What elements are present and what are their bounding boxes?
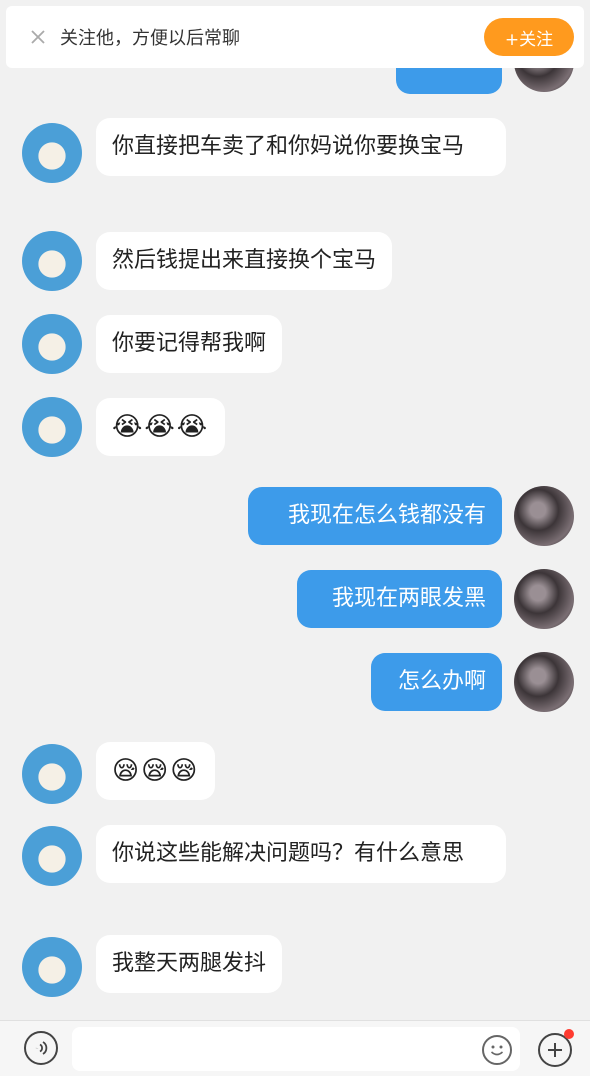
message-bubble-left[interactable]: 你要记得帮我啊 bbox=[96, 315, 283, 373]
message-input[interactable] bbox=[72, 1027, 520, 1071]
contact-avatar[interactable] bbox=[22, 744, 82, 804]
emoji-icon[interactable] bbox=[482, 1035, 512, 1065]
message-bubble-right[interactable]: 我现在两眼发黑 bbox=[297, 570, 502, 628]
contact-avatar[interactable] bbox=[22, 937, 82, 997]
follow-banner: 关注他，方便以后常聊 +关注 bbox=[6, 6, 584, 68]
contact-avatar[interactable] bbox=[22, 397, 82, 457]
voice-icon[interactable] bbox=[24, 1031, 58, 1065]
contact-avatar[interactable] bbox=[22, 826, 82, 886]
message-bubble-left[interactable]: 😭😭😭 bbox=[96, 398, 226, 456]
self-avatar[interactable] bbox=[514, 486, 574, 546]
message-bubble-left[interactable]: 然后钱提出来直接换个宝马 bbox=[96, 232, 393, 290]
contact-avatar[interactable] bbox=[22, 123, 82, 183]
message-bubble-left[interactable]: 你直接把车卖了和你妈说你要换宝马 bbox=[96, 118, 506, 176]
follow-prompt-text: 关注他，方便以后常聊 bbox=[60, 28, 240, 49]
chat-area: 你直接把车卖了和你妈说你要换宝马 然后钱提出来直接换个宝马 你要记得帮我啊 😭😭… bbox=[0, 0, 590, 1020]
contact-avatar[interactable] bbox=[22, 231, 82, 291]
message-bubble-right[interactable]: 我现在怎么钱都没有 bbox=[248, 487, 502, 545]
message-bubble-right[interactable]: 怎么办啊 bbox=[371, 653, 502, 711]
input-toolbar bbox=[0, 1020, 590, 1076]
close-icon[interactable] bbox=[26, 25, 50, 49]
message-bubble-left[interactable]: 我整天两腿发抖 bbox=[96, 935, 283, 993]
self-avatar[interactable] bbox=[514, 569, 574, 629]
contact-avatar[interactable] bbox=[22, 314, 82, 374]
notification-dot bbox=[564, 1029, 574, 1039]
self-avatar[interactable] bbox=[514, 652, 574, 712]
message-bubble-left[interactable]: 😪😪😪 bbox=[96, 742, 216, 800]
follow-button[interactable]: +关注 bbox=[484, 18, 574, 56]
message-bubble-left[interactable]: 你说这些能解决问题吗？有什么意思 bbox=[96, 825, 506, 883]
